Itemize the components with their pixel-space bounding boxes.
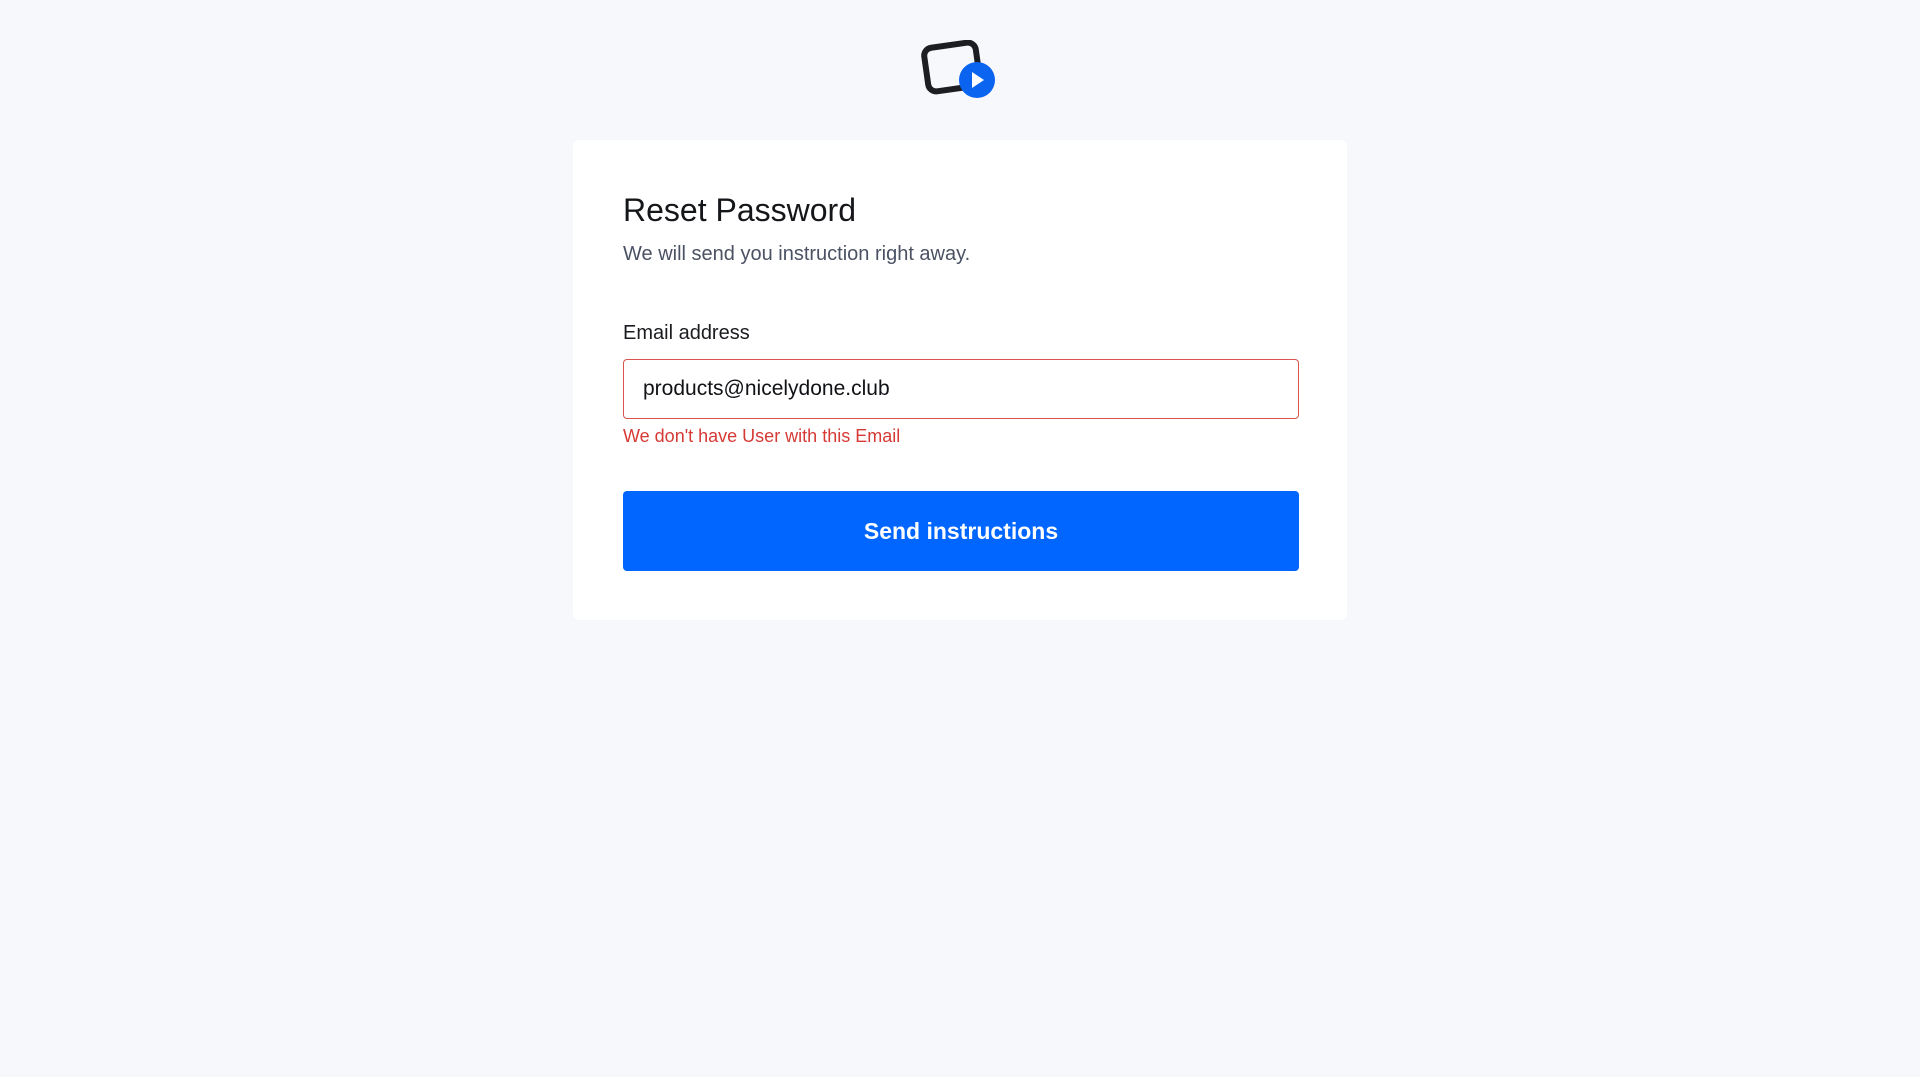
- reset-password-card: Reset Password We will send you instruct…: [573, 140, 1347, 620]
- send-instructions-button[interactable]: Send instructions: [623, 491, 1299, 571]
- email-field[interactable]: [623, 359, 1299, 419]
- page-subtitle: We will send you instruction right away.: [623, 243, 971, 265]
- video-card-icon: [921, 39, 995, 98]
- app-logo: [920, 39, 996, 100]
- email-error-message: We don't have User with this Email: [623, 426, 901, 446]
- page-title: Reset Password: [623, 192, 856, 228]
- email-label: Email address: [623, 322, 750, 344]
